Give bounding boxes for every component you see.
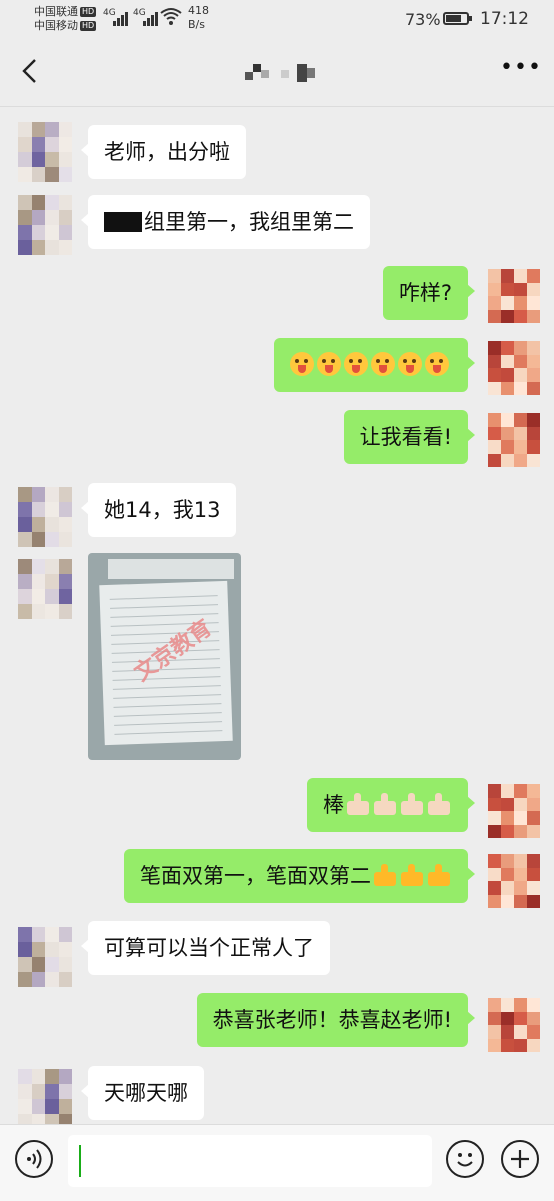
message-text: 她14，我13: [104, 498, 221, 522]
thumbs-up-emoji-icon: [401, 793, 425, 815]
message-text: 笔面双第一，笔面双第二: [140, 864, 371, 888]
message-input[interactable]: [68, 1135, 432, 1187]
redacted-name: [104, 212, 142, 232]
message-text: 组里第一，我组里第二: [144, 210, 354, 234]
image-message[interactable]: 文京教育: [88, 553, 241, 760]
contact-avatar[interactable]: [18, 195, 72, 255]
tongue-out-emoji-icon: [290, 352, 314, 376]
received-message-bubble[interactable]: 她14，我13: [80, 483, 237, 537]
contact-avatar[interactable]: [18, 1069, 72, 1129]
status-bar: 中国联通 HD 中国移动 HD 4G 4G 418 B/s 73% 17:12: [0, 0, 554, 40]
more-options-icon[interactable]: •••: [500, 57, 541, 88]
thumbs-up-emoji-icon: [428, 864, 452, 886]
network-type-1: 4G: [103, 8, 116, 18]
received-message-bubble[interactable]: 可算可以当个正常人了: [81, 921, 330, 975]
sent-message-bubble[interactable]: 让我看看!: [343, 410, 476, 464]
my-avatar[interactable]: [488, 854, 540, 908]
clock: 17:12: [480, 9, 529, 29]
message-text: 咋样?: [398, 281, 452, 305]
thumbs-up-emoji-icon: [374, 864, 398, 886]
tongue-out-emoji-icon: [344, 352, 368, 376]
voice-icon: [27, 1149, 42, 1169]
my-avatar[interactable]: [488, 341, 540, 395]
thumbs-up-emoji-icon: [428, 793, 452, 815]
my-avatar[interactable]: [488, 784, 540, 838]
message-text: 让我看看!: [359, 425, 452, 449]
carrier-info: 中国联通 HD 中国移动 HD: [34, 5, 97, 33]
received-message-bubble[interactable]: 天哪天哪: [81, 1066, 204, 1120]
message-text: 恭喜张老师！恭喜赵老师!: [212, 1008, 452, 1032]
sent-message-bubble[interactable]: 咋样?: [382, 266, 476, 320]
contact-avatar[interactable]: [18, 927, 72, 987]
hd-badge: HD: [80, 21, 97, 31]
message-text: 老师，出分啦: [104, 140, 230, 164]
my-avatar[interactable]: [488, 998, 540, 1052]
wifi-icon: [160, 8, 182, 25]
text-cursor: [79, 1145, 81, 1177]
message-text: 可算可以当个正常人了: [104, 936, 314, 960]
received-message-bubble[interactable]: 老师，出分啦: [81, 125, 246, 179]
tongue-out-emoji-icon: [317, 352, 341, 376]
emoji-button[interactable]: [446, 1140, 484, 1178]
thumbs-up-emoji-icon: [401, 864, 425, 886]
received-message-bubble[interactable]: 组里第一，我组里第二: [81, 195, 370, 249]
plus-icon: [511, 1150, 529, 1168]
sent-message-bubble[interactable]: 棒: [307, 778, 475, 832]
smiley-icon: [457, 1153, 473, 1167]
thumbs-up-emoji-icon: [347, 793, 371, 815]
network-speed: 418 B/s: [188, 4, 209, 32]
my-avatar[interactable]: [488, 413, 540, 467]
tongue-out-emoji-icon: [425, 352, 449, 376]
contact-avatar[interactable]: [18, 487, 72, 547]
sent-message-bubble[interactable]: 笔面双第一，笔面双第二: [124, 849, 475, 903]
chat-area[interactable]: 老师，出分啦组里第一，我组里第二咋样? 让我看看! 她14，我13 文京教育棒笔面双第…: [0, 107, 554, 1129]
voice-input-button[interactable]: [15, 1140, 53, 1178]
sent-message-bubble[interactable]: 恭喜张老师！恭喜赵老师!: [196, 993, 476, 1047]
contact-name-redacted: [245, 64, 315, 82]
thumbs-up-emoji-icon: [374, 793, 398, 815]
input-bar: [0, 1124, 554, 1201]
message-text: 天哪天哪: [104, 1081, 188, 1105]
carrier-1: 中国联通: [34, 5, 78, 18]
chat-header: •••: [0, 40, 554, 107]
tongue-out-emoji-icon: [398, 352, 422, 376]
network-type-2: 4G: [133, 8, 146, 18]
battery-percent: 73%: [405, 10, 441, 29]
carrier-2: 中国移动: [34, 19, 78, 32]
sent-message-bubble[interactable]: [274, 338, 475, 392]
battery-icon: [443, 12, 472, 25]
speed-unit: B/s: [188, 18, 205, 31]
my-avatar[interactable]: [488, 269, 540, 323]
speed-value: 418: [188, 4, 209, 17]
chevron-left-icon[interactable]: [16, 56, 46, 86]
hd-badge: HD: [80, 7, 97, 17]
message-text: 棒: [323, 793, 344, 817]
contact-avatar[interactable]: [18, 122, 72, 182]
contact-avatar[interactable]: [18, 559, 72, 619]
more-functions-button[interactable]: [501, 1140, 539, 1178]
tongue-out-emoji-icon: [371, 352, 395, 376]
